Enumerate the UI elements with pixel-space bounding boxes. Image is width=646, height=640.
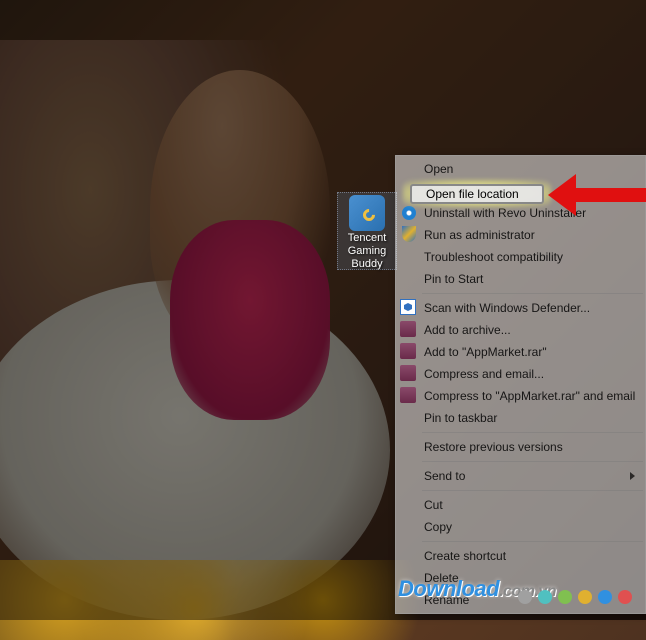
dot bbox=[518, 590, 532, 604]
dot bbox=[558, 590, 572, 604]
menu-run-as-admin[interactable]: Run as administrator bbox=[396, 224, 645, 246]
winrar-icon bbox=[400, 343, 416, 359]
menu-compress-appmarket-email[interactable]: Compress to "AppMarket.rar" and email bbox=[396, 385, 645, 407]
winrar-icon bbox=[400, 321, 416, 337]
dot bbox=[618, 590, 632, 604]
menu-separator bbox=[422, 432, 643, 433]
menu-add-appmarket[interactable]: Add to "AppMarket.rar" bbox=[396, 341, 645, 363]
desktop-icon-tencent-gaming-buddy[interactable]: Tencent Gaming Buddy bbox=[337, 192, 397, 270]
menu-compress-email[interactable]: Compress and email... bbox=[396, 363, 645, 385]
annotation-arrow bbox=[548, 174, 646, 216]
icon-label: Tencent Gaming Buddy bbox=[338, 232, 396, 271]
menu-separator bbox=[422, 461, 643, 462]
menu-pin-start[interactable]: Pin to Start bbox=[396, 268, 645, 290]
menu-separator bbox=[422, 490, 643, 491]
dot bbox=[538, 590, 552, 604]
winrar-icon bbox=[400, 365, 416, 381]
app-icon bbox=[349, 195, 385, 231]
menu-scan-defender[interactable]: Scan with Windows Defender... bbox=[396, 297, 645, 319]
menu-add-archive[interactable]: Add to archive... bbox=[396, 319, 645, 341]
shield-icon bbox=[402, 226, 416, 242]
menu-separator bbox=[422, 293, 643, 294]
winrar-icon bbox=[400, 387, 416, 403]
dot bbox=[578, 590, 592, 604]
menu-troubleshoot[interactable]: Troubleshoot compatibility bbox=[396, 246, 645, 268]
menu-pin-taskbar[interactable]: Pin to taskbar bbox=[396, 407, 645, 429]
defender-icon bbox=[400, 299, 416, 315]
context-menu: Open Open file location Uninstall with R… bbox=[395, 155, 646, 614]
menu-cut[interactable]: Cut bbox=[396, 494, 645, 516]
menu-restore-versions[interactable]: Restore previous versions bbox=[396, 436, 645, 458]
chevron-right-icon bbox=[630, 472, 635, 480]
highlight-open-file-location[interactable]: Open file location bbox=[410, 184, 544, 204]
menu-create-shortcut[interactable]: Create shortcut bbox=[396, 545, 645, 567]
color-dots bbox=[518, 590, 632, 604]
menu-copy[interactable]: Copy bbox=[396, 516, 645, 538]
menu-separator bbox=[422, 541, 643, 542]
dot bbox=[598, 590, 612, 604]
menu-send-to[interactable]: Send to bbox=[396, 465, 645, 487]
